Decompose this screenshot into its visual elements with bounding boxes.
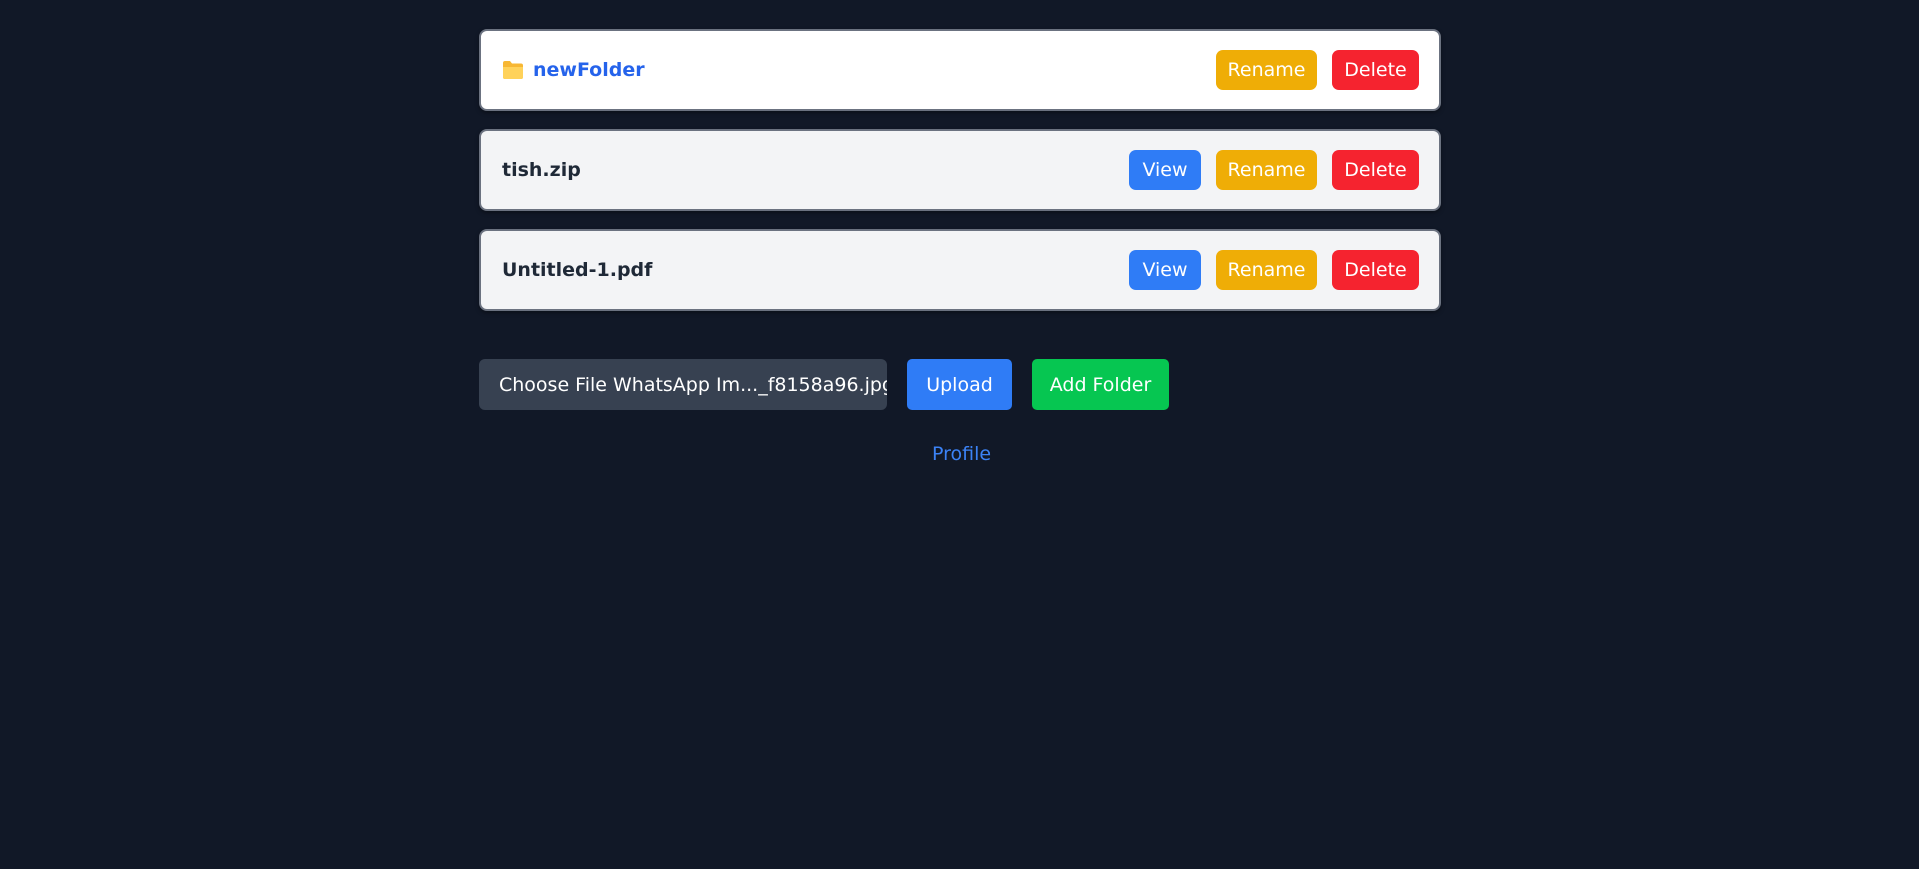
item-list: newFolder Rename Delete tish.zip View Re… <box>479 29 1441 311</box>
rename-button[interactable]: Rename <box>1216 150 1317 190</box>
upload-button[interactable]: Upload <box>907 359 1012 410</box>
item-actions: View Rename Delete <box>1114 150 1419 190</box>
item-actions: Rename Delete <box>1201 50 1419 90</box>
item-info: newFolder <box>502 59 645 81</box>
view-button[interactable]: View <box>1129 150 1201 190</box>
view-button[interactable]: View <box>1129 250 1201 290</box>
delete-button[interactable]: Delete <box>1332 250 1419 290</box>
file-manager: newFolder Rename Delete tish.zip View Re… <box>479 29 1441 329</box>
delete-button[interactable]: Delete <box>1332 150 1419 190</box>
folder-name-link[interactable]: newFolder <box>533 59 645 81</box>
file-name: tish.zip <box>502 159 581 181</box>
rename-button[interactable]: Rename <box>1216 250 1317 290</box>
list-item-file: Untitled-1.pdf View Rename Delete <box>479 229 1441 311</box>
rename-button[interactable]: Rename <box>1216 50 1317 90</box>
item-actions: View Rename Delete <box>1114 250 1419 290</box>
upload-controls: Choose File WhatsApp Im..._f8158a96.jpg … <box>479 359 1169 410</box>
add-folder-button[interactable]: Add Folder <box>1032 359 1169 410</box>
profile-link[interactable]: Profile <box>932 443 991 465</box>
item-info: tish.zip <box>502 159 581 181</box>
item-info: Untitled-1.pdf <box>502 259 652 281</box>
file-name: Untitled-1.pdf <box>502 259 653 281</box>
list-item-folder: newFolder Rename Delete <box>479 29 1441 111</box>
list-item-file: tish.zip View Rename Delete <box>479 129 1441 211</box>
delete-button[interactable]: Delete <box>1332 50 1419 90</box>
selected-file-name: WhatsApp Im..._f8158a96.jpg <box>612 373 887 396</box>
folder-icon <box>502 60 524 80</box>
choose-file-label: Choose File <box>499 373 607 396</box>
file-chooser-input[interactable]: Choose File WhatsApp Im..._f8158a96.jpg <box>479 359 887 410</box>
